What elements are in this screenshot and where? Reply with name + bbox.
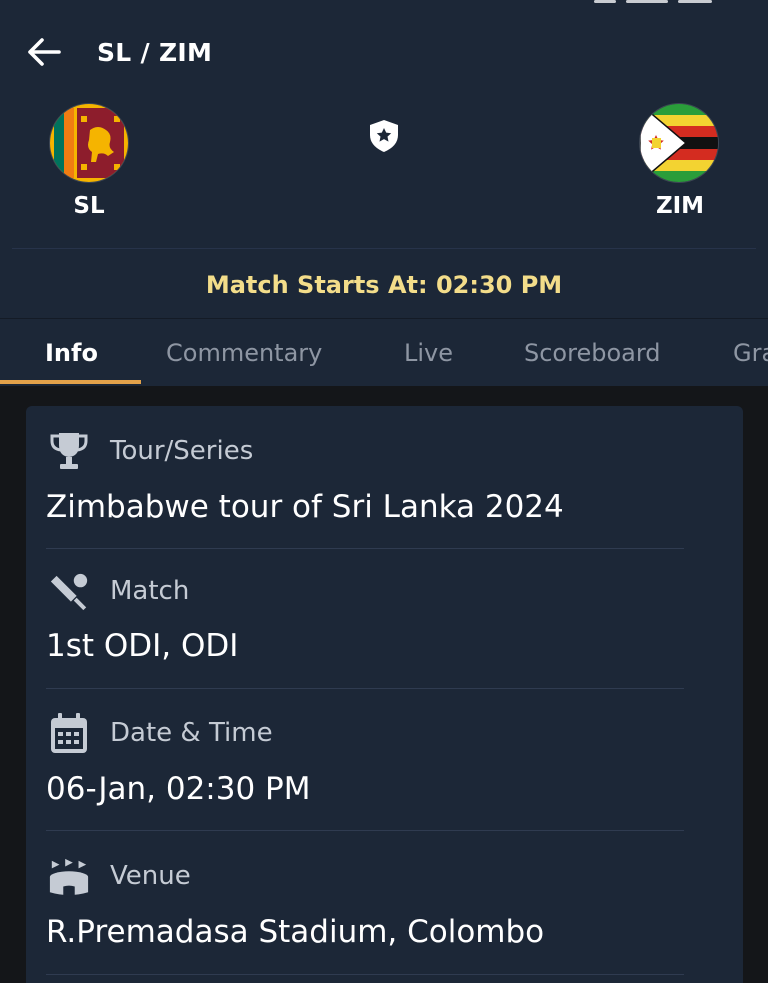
match-value: 1st ODI, ODI <box>46 628 239 664</box>
datetime-label: Date & Time <box>110 718 273 748</box>
tab-live[interactable]: Live <box>404 319 453 386</box>
match-header: SL / ZIM SL ZIM Match Starts At: 02:30 P… <box>0 0 768 318</box>
tab-bar: Info Commentary Live Scoreboard Gra <box>0 318 768 386</box>
header-divider <box>12 248 756 249</box>
calendar-icon <box>48 712 90 754</box>
back-button[interactable] <box>22 30 66 74</box>
page-title: SL / ZIM <box>97 38 213 67</box>
tab-scoreboard[interactable]: Scoreboard <box>524 319 661 386</box>
tab-info[interactable]: Info <box>45 319 98 386</box>
status-bar-fragment <box>594 0 712 3</box>
active-tab-indicator <box>0 380 141 384</box>
match-info-card: Tour/Series Zimbabwe tour of Sri Lanka 2… <box>26 406 743 983</box>
stadium-icon <box>48 856 90 898</box>
venue-value: R.Premadasa Stadium, Colombo <box>46 914 545 950</box>
datetime-value: 06-Jan, 02:30 PM <box>46 771 311 807</box>
trophy-icon <box>48 430 90 472</box>
row-divider <box>46 974 684 975</box>
row-divider <box>46 688 684 689</box>
row-divider <box>46 830 684 831</box>
star-shield-icon <box>370 120 398 152</box>
favorite-button[interactable] <box>364 116 404 156</box>
team-away-code: ZIM <box>655 193 705 219</box>
cricket-bat-icon <box>48 572 90 614</box>
row-divider <box>46 548 684 549</box>
series-label: Tour/Series <box>110 436 254 466</box>
tab-commentary[interactable]: Commentary <box>166 319 322 386</box>
tab-graphs[interactable]: Gra <box>733 319 768 386</box>
arrow-left-icon <box>28 38 61 66</box>
team-home-code: SL <box>73 193 105 219</box>
team-away-flag <box>640 104 718 182</box>
match-start-time: Match Starts At: 02:30 PM <box>205 271 563 299</box>
team-home-flag <box>50 104 128 182</box>
series-value: Zimbabwe tour of Sri Lanka 2024 <box>46 489 564 525</box>
venue-label: Venue <box>110 861 191 891</box>
match-label: Match <box>110 576 190 606</box>
